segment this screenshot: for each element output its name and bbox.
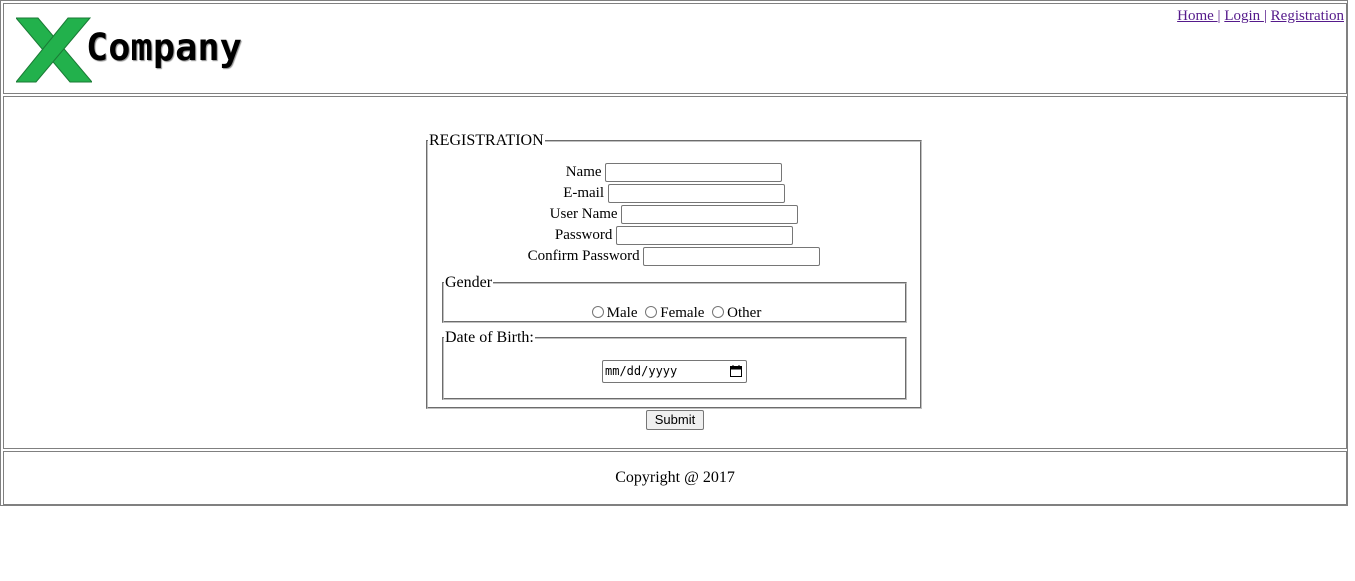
page-table: Company Home | Login | Registration REGI… xyxy=(0,0,1348,506)
x-logo-icon xyxy=(16,17,92,83)
calendar-icon[interactable] xyxy=(730,365,742,377)
submit-button[interactable]: Submit xyxy=(646,410,704,430)
logo-text: Company xyxy=(86,26,242,69)
confirm-password-input[interactable] xyxy=(643,247,821,267)
dob-date-input[interactable]: mm/dd/yyyy xyxy=(602,360,747,383)
name-input[interactable] xyxy=(605,163,783,183)
other-radio[interactable] xyxy=(712,306,725,318)
copyright-text: Copyright @ 2017 xyxy=(615,469,735,486)
confirm-password-label: Confirm Password xyxy=(527,248,640,265)
name-row: Name xyxy=(428,163,920,184)
username-label: User Name xyxy=(549,206,618,223)
registration-legend: REGISTRATION xyxy=(429,132,544,149)
nav-separator: | xyxy=(1263,8,1267,24)
top-nav: Home | Login | Registration xyxy=(1177,8,1344,25)
nav-registration-link[interactable]: Registration xyxy=(1271,8,1344,24)
email-label: E-mail xyxy=(563,185,605,202)
dob-legend: Date of Birth: xyxy=(445,329,534,346)
nav-separator: | xyxy=(1217,8,1221,24)
gender-legend: Gender xyxy=(445,274,493,291)
gender-fieldset: Gender Male Female Other xyxy=(442,275,907,323)
registration-fieldset: REGISTRATION Name E-mail User Name Passw… xyxy=(426,133,922,409)
email-input[interactable] xyxy=(607,184,785,204)
password-label: Password xyxy=(554,227,613,244)
other-label: Other xyxy=(727,305,762,321)
company-logo: Company xyxy=(16,16,256,84)
header: Company Home | Login | Registration xyxy=(3,3,1347,94)
confirm-password-row: Confirm Password xyxy=(428,247,920,268)
dob-fieldset: Date of Birth: mm/dd/yyyy xyxy=(442,330,907,400)
dob-placeholder: mm/dd/yyyy xyxy=(605,364,678,378)
female-label: Female xyxy=(660,305,705,321)
male-label: Male xyxy=(606,305,638,321)
password-input[interactable] xyxy=(616,226,794,246)
footer: Copyright @ 2017 xyxy=(3,451,1347,505)
gender-options: Male Female Other xyxy=(444,305,905,322)
nav-login-link[interactable]: Login xyxy=(1224,8,1264,24)
nav-home-link[interactable]: Home xyxy=(1177,8,1217,24)
main-content: REGISTRATION Name E-mail User Name Passw… xyxy=(3,96,1347,449)
username-input[interactable] xyxy=(621,205,799,225)
email-row: E-mail xyxy=(428,184,920,205)
female-radio[interactable] xyxy=(645,306,658,318)
username-row: User Name xyxy=(428,205,920,226)
male-radio[interactable] xyxy=(591,306,604,318)
name-label: Name xyxy=(565,164,602,181)
password-row: Password xyxy=(428,226,920,247)
